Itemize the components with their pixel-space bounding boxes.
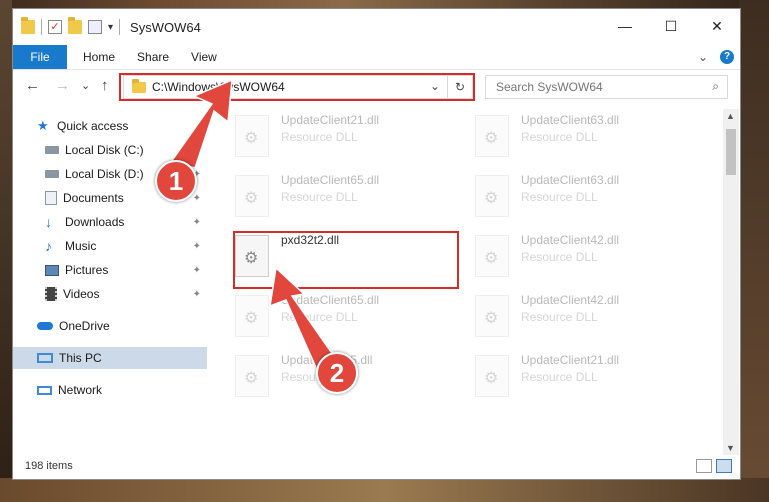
step-1-badge: 1 — [155, 160, 197, 202]
annotation-arrows — [169, 78, 340, 374]
step-2-badge: 2 — [316, 352, 358, 394]
arrow-1 — [169, 78, 233, 169]
